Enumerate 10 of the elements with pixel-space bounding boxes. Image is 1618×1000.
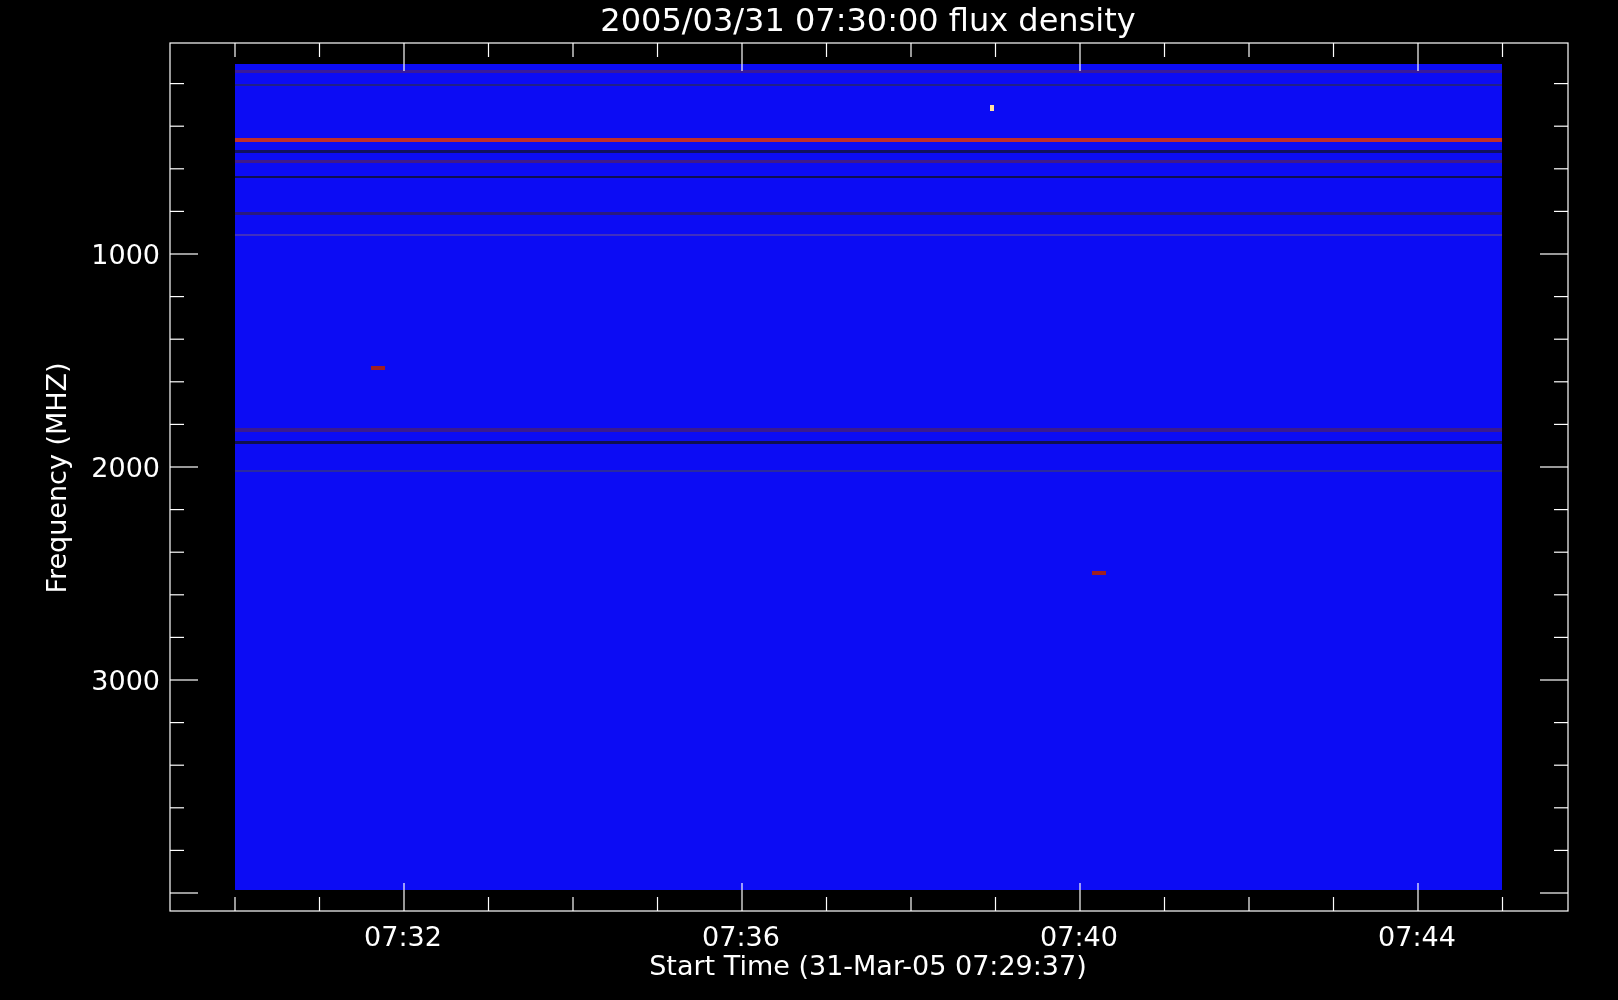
x-tick-label: 07:44 [1378,921,1456,952]
chart-title: 2005/03/31 07:30:00 flux density [600,1,1136,39]
x-tick-label: 07:32 [364,921,442,952]
x-tick-label: 07:40 [1040,921,1118,952]
x-tick-label: 07:36 [702,921,780,952]
y-tick-label: 3000 [91,665,160,696]
y-axis-label: Frequency (MHZ) [41,362,72,594]
y-tick-label: 2000 [91,452,160,483]
y-tick-label: 1000 [91,239,160,270]
x-axis-label: Start Time (31-Mar-05 07:29:37) [649,950,1087,981]
